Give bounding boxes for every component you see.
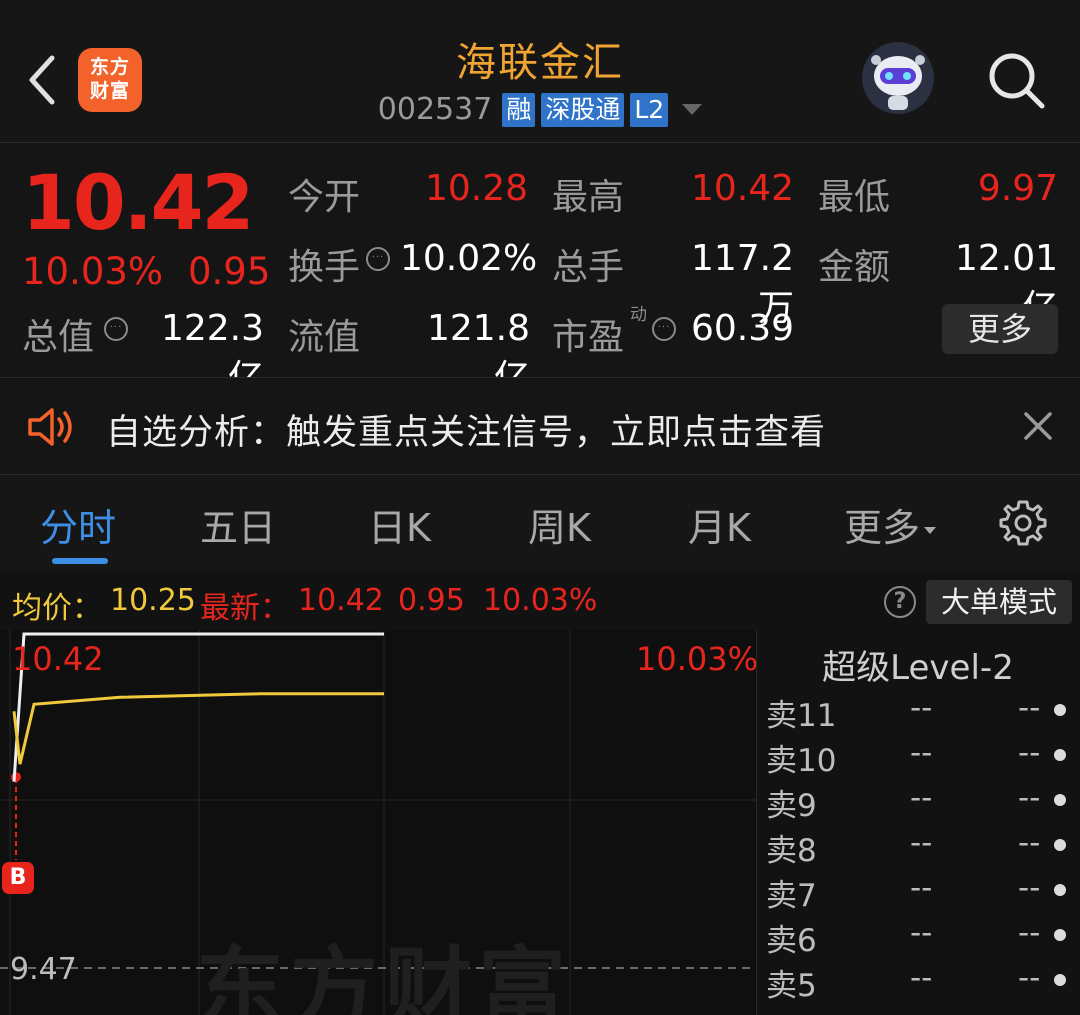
order-book-volume: -- (1018, 825, 1041, 861)
gear-icon[interactable] (998, 498, 1048, 548)
level2-tag: L2 (630, 92, 669, 127)
high-value: 10.42 (690, 168, 794, 209)
order-book-row: 卖7 -- -- (766, 870, 1072, 914)
order-book-volume: -- (1018, 735, 1041, 771)
tab-intraday[interactable]: 分时 (40, 497, 116, 552)
order-book-row: 卖6 -- -- (766, 915, 1072, 959)
open-value: 10.28 (424, 168, 528, 209)
change-amount: 0.95 (188, 250, 271, 293)
avg-price-label: 均价： (12, 591, 102, 626)
active-tab-indicator (52, 558, 108, 564)
order-book-price: -- (910, 825, 933, 861)
tab-weekly-k[interactable]: 周K (528, 497, 591, 552)
close-icon[interactable] (1022, 410, 1054, 442)
tab-daily-k[interactable]: 日K (368, 497, 431, 552)
order-book-level-label: 卖11 (766, 698, 837, 734)
low-label: 最低 (818, 177, 891, 218)
shenzhen-connect-tag: 深股通 (541, 92, 625, 127)
order-book-level-label: 卖9 (766, 788, 817, 824)
order-book-price: -- (910, 780, 933, 816)
chart-top-percent: 10.03% (636, 640, 759, 678)
robot-assistant-icon[interactable] (860, 40, 936, 116)
order-book-price: -- (910, 915, 933, 951)
order-book-volume: -- (1018, 915, 1041, 951)
info-dots-icon[interactable]: ··· (366, 247, 390, 271)
chevron-down-icon[interactable] (682, 104, 703, 115)
order-book-level-label: 卖8 (766, 833, 817, 869)
last-price: 10.42 (22, 158, 254, 247)
tab-more[interactable]: 更多 (844, 497, 937, 552)
tab-more-label: 更多 (844, 506, 921, 550)
latest-price-value: 10.42 (298, 583, 384, 618)
order-book-row: 卖8 -- -- (766, 825, 1072, 869)
latest-change: 0.95 (398, 583, 465, 618)
search-icon[interactable] (984, 48, 1048, 112)
order-book-row: 卖5 -- -- (766, 960, 1072, 1004)
order-book-dot (1054, 884, 1066, 896)
high-label: 最高 (552, 177, 625, 218)
turnover-value: 10.02% (400, 238, 538, 279)
order-book-dot (1054, 929, 1066, 941)
latest-price-label: 最新： (200, 591, 290, 626)
info-dots-icon[interactable]: ··· (652, 317, 676, 341)
market-cap-label: 总值 (22, 317, 95, 358)
stock-code: 002537 (377, 92, 493, 127)
order-book-dot (1054, 794, 1066, 806)
order-book-row: 卖11 -- -- (766, 690, 1072, 734)
chart-top-price: 10.42 (12, 640, 104, 678)
order-book-price: -- (910, 735, 933, 771)
watermark: 东方财富 (196, 937, 573, 1015)
float-cap-label: 流值 (288, 317, 361, 358)
tab-monthly-k[interactable]: 月K (688, 497, 751, 552)
order-book-level-label: 卖7 (766, 878, 817, 914)
margin-tag: 融 (502, 92, 536, 127)
info-dots-icon[interactable]: ··· (104, 317, 128, 341)
tab-five-day[interactable]: 五日 (200, 497, 276, 552)
speaker-icon (28, 408, 72, 446)
order-book-dot (1054, 749, 1066, 761)
order-book-price: -- (910, 960, 933, 996)
help-icon[interactable]: ? (884, 586, 916, 618)
order-book-dot (1054, 704, 1066, 716)
order-book-dot (1054, 974, 1066, 986)
level2-title[interactable]: 超级Level-2 (756, 640, 1080, 689)
order-book-row: 卖10 -- -- (766, 735, 1072, 779)
pe-label: 市盈 (552, 317, 625, 358)
chart-bottom-price: 9.47 (10, 952, 77, 987)
order-book-level-label: 卖10 (766, 743, 837, 779)
pe-dynamic-label: 动 (630, 305, 647, 325)
open-label: 今开 (288, 177, 361, 218)
order-book-level-label: 卖5 (766, 968, 817, 1004)
change-percent: 10.03% (22, 250, 164, 293)
notice-text[interactable]: 自选分析：触发重点关注信号，立即点击查看 (106, 404, 826, 455)
turnover-label: 换手 (288, 247, 361, 288)
low-value: 9.97 (977, 168, 1058, 209)
order-book-level-label: 卖6 (766, 923, 817, 959)
order-book-row: 卖9 -- -- (766, 780, 1072, 824)
order-book-volume: -- (1018, 780, 1041, 816)
order-book-volume: -- (1018, 690, 1041, 726)
order-book-volume: -- (1018, 870, 1041, 906)
buy-marker-badge[interactable]: B (2, 862, 34, 894)
order-book-price: -- (910, 690, 933, 726)
amount-label: 金额 (818, 247, 891, 288)
pe-value: 60.39 (690, 308, 794, 349)
order-book-dot (1054, 839, 1066, 851)
order-book-price: -- (910, 870, 933, 906)
chevron-down-icon (924, 527, 937, 534)
latest-change-percent: 10.03% (483, 583, 598, 618)
big-order-mode-button[interactable]: 大单模式 (926, 580, 1072, 624)
volume-label: 总手 (552, 247, 625, 288)
more-quote-button[interactable]: 更多 (942, 304, 1058, 354)
order-book-volume: -- (1018, 960, 1041, 996)
avg-price-value: 10.25 (110, 583, 196, 618)
